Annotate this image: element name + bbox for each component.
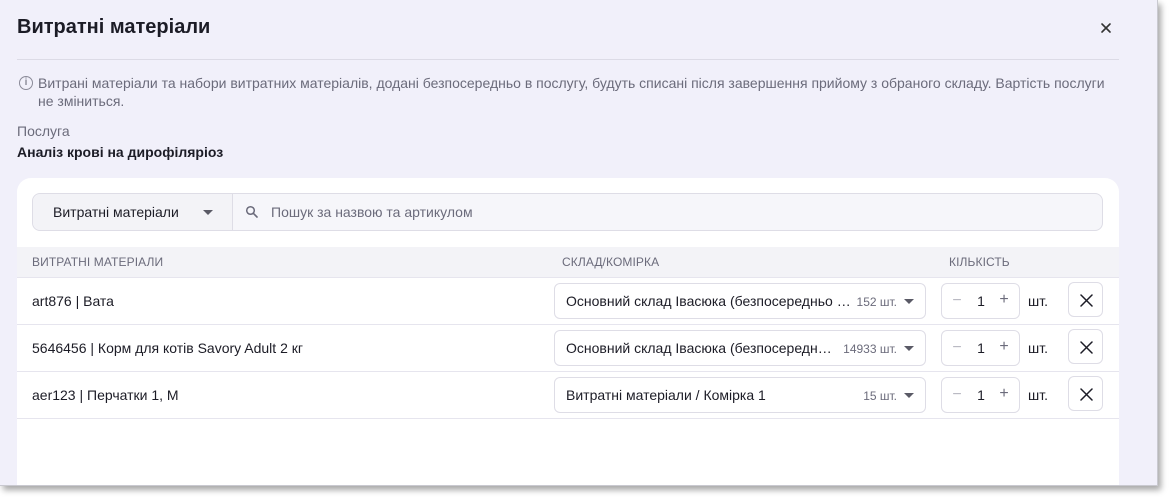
close-icon — [1080, 341, 1093, 354]
warehouse-label: Витратні матеріали / Комірка 1 — [566, 387, 766, 403]
header-warehouse: СКЛАД/КОМІРКА — [562, 255, 660, 269]
header-divider — [17, 59, 1119, 60]
header-quantity: КІЛЬКІСТЬ — [949, 255, 1010, 269]
caret-down-icon — [904, 299, 914, 304]
consumables-dialog: Витратні матеріали i Витрані матеріали т… — [0, 0, 1158, 486]
increment-button[interactable]: + — [997, 385, 1011, 403]
warehouse-label: Основний склад Івасюка (безпосередньо в … — [566, 293, 854, 309]
header-materials: ВИТРАТНІ МАТЕРІАЛИ — [32, 255, 164, 269]
type-select[interactable]: Витратні матеріали — [33, 194, 233, 230]
close-icon[interactable] — [1096, 18, 1116, 38]
dialog-title: Витратні матеріали — [17, 16, 211, 38]
search-icon — [245, 205, 258, 218]
unit-label: шт. — [1028, 293, 1048, 309]
stock-count: 14933 шт. — [843, 342, 897, 356]
material-name: art876 | Вата — [32, 293, 114, 309]
type-select-label: Витратні матеріали — [53, 204, 179, 220]
unit-label: шт. — [1028, 340, 1048, 356]
warehouse-select[interactable]: Витратні матеріали / Комірка 1 15 шт. — [554, 377, 926, 413]
warehouse-select[interactable]: Основний склад Івасюка (безпосередньо в … — [554, 330, 926, 366]
decrement-button[interactable]: − — [950, 292, 964, 310]
caret-down-icon — [904, 346, 914, 351]
increment-button[interactable]: + — [997, 338, 1011, 356]
stock-count: 15 шт. — [863, 389, 897, 403]
info-icon: i — [19, 76, 33, 90]
quantity-stepper: − 1 + — [941, 377, 1020, 413]
unit-label: шт. — [1028, 387, 1048, 403]
table-row: 5646456 | Корм для котів Savory Adult 2 … — [17, 325, 1119, 372]
material-name: 5646456 | Корм для котів Savory Adult 2 … — [32, 340, 303, 356]
quantity-value[interactable]: 1 — [970, 387, 992, 403]
quantity-stepper: − 1 + — [941, 283, 1020, 319]
remove-row-button[interactable] — [1068, 376, 1103, 411]
caret-down-icon — [203, 210, 213, 215]
table-row: aer123 | Перчатки 1, M Витратні матеріал… — [17, 372, 1119, 419]
materials-card: Витратні матеріали ВИТРАТНІ МАТЕРІАЛИ СК… — [17, 178, 1119, 485]
decrement-button[interactable]: − — [950, 339, 964, 357]
remove-row-button[interactable] — [1068, 282, 1103, 317]
material-name: aer123 | Перчатки 1, M — [32, 387, 179, 403]
service-label: Послуга — [17, 123, 70, 139]
close-icon — [1080, 294, 1093, 307]
table-header: ВИТРАТНІ МАТЕРІАЛИ СКЛАД/КОМІРКА КІЛЬКІС… — [17, 247, 1119, 278]
filter-bar: Витратні матеріали — [32, 193, 1103, 231]
increment-button[interactable]: + — [997, 291, 1011, 309]
close-icon — [1080, 388, 1093, 401]
warehouse-select[interactable]: Основний склад Івасюка (безпосередньо в … — [554, 283, 926, 319]
remove-row-button[interactable] — [1068, 329, 1103, 364]
stock-count: 152 шт. — [856, 295, 897, 309]
quantity-value[interactable]: 1 — [970, 340, 992, 356]
info-text: Витрані матеріали та набори витратних ма… — [38, 75, 1105, 109]
caret-down-icon — [904, 393, 914, 398]
service-name: Аналіз крові на дирофіляріоз — [17, 144, 224, 160]
quantity-stepper: − 1 + — [941, 330, 1020, 366]
search-input[interactable] — [271, 202, 1071, 222]
table-row: art876 | Вата Основний склад Івасюка (бе… — [17, 278, 1119, 325]
quantity-value[interactable]: 1 — [970, 293, 992, 309]
warehouse-label: Основний склад Івасюка (безпосередньо в … — [566, 340, 838, 356]
decrement-button[interactable]: − — [950, 386, 964, 404]
